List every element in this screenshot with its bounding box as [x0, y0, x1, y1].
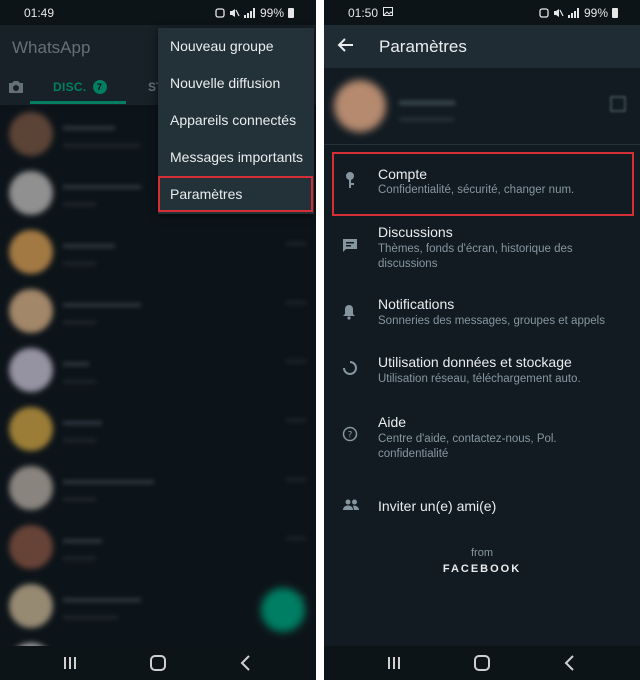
setting-subtitle: Utilisation réseau, téléchargement auto.	[378, 373, 581, 385]
status-bar: 01:49 99%	[0, 0, 316, 25]
footer-brand: FACEBOOK	[442, 563, 522, 575]
setting-subtitle: Sonneries des messages, groupes et appel…	[378, 315, 605, 327]
menu-item-starred-messages[interactable]: Messages importants	[158, 139, 314, 176]
home-icon[interactable]	[146, 651, 170, 675]
mute-icon	[553, 9, 564, 17]
setting-title: Utilisation données et stockage	[378, 354, 572, 370]
bell-icon	[343, 305, 355, 320]
battery-icon	[612, 8, 618, 18]
qr-code-icon[interactable]	[610, 96, 626, 112]
setting-title: Inviter un(e) ami(e)	[378, 498, 497, 514]
account-highlight-box	[332, 152, 634, 216]
back-arrow-icon[interactable]	[337, 36, 355, 54]
app-bar: Paramètres	[324, 25, 640, 68]
settings-screen: 01:50 99% Paramètres ▬▬▬▬ ▬▬▬▬▬ Compte C…	[324, 0, 640, 680]
menu-item-new-broadcast[interactable]: Nouvelle diffusion	[158, 65, 314, 102]
setting-subtitle: Centre d'aide, contactez-nous, Pol. conf…	[378, 433, 557, 460]
image-notification-icon	[383, 7, 393, 16]
setting-invite-friend[interactable]: Inviter un(e) ami(e)	[324, 488, 640, 524]
profile-status: ▬▬▬▬▬	[399, 112, 454, 124]
status-time: 01:50	[348, 6, 379, 20]
data-usage-icon	[343, 361, 357, 375]
status-bar: 01:50 99%	[324, 0, 640, 25]
setting-notifications[interactable]: Notifications Sonneries des messages, gr…	[324, 288, 640, 340]
setting-discussions[interactable]: Discussions Thèmes, fonds d'écran, histo…	[324, 216, 640, 278]
back-nav-icon[interactable]	[234, 651, 258, 675]
menu-item-linked-devices[interactable]: Appareils connectés	[158, 102, 314, 139]
battery-percent: 99%	[583, 6, 608, 20]
avatar	[334, 80, 386, 132]
setting-title: Notifications	[378, 296, 455, 312]
signal-icon	[567, 8, 579, 18]
status-time: 01:49	[24, 6, 55, 20]
battery-percent: 99%	[259, 6, 284, 20]
people-icon	[343, 499, 359, 510]
setting-title: Aide	[378, 414, 407, 430]
signal-icon	[243, 8, 255, 18]
system-nav-bar	[324, 646, 640, 680]
mute-icon	[229, 9, 240, 17]
footer-from: from	[471, 547, 493, 559]
menu-item-new-group[interactable]: Nouveau groupe	[158, 28, 314, 65]
recent-apps-icon[interactable]	[58, 651, 82, 675]
alarm-icon	[215, 8, 225, 18]
help-icon: ?	[342, 426, 358, 442]
recent-apps-icon[interactable]	[382, 651, 406, 675]
profile-name: ▬▬▬▬	[399, 92, 455, 108]
svg-text:?: ?	[348, 431, 353, 441]
whatsapp-main-screen: 01:49 99% WhatsApp DISC. 7 ST ▬▬▬▬ ▬▬▬▬▬…	[0, 0, 316, 680]
back-nav-icon[interactable]	[558, 651, 582, 675]
home-icon[interactable]	[470, 651, 494, 675]
chat-icon	[343, 239, 357, 252]
alarm-icon	[539, 8, 549, 18]
setting-title: Discussions	[378, 224, 453, 240]
page-title: Paramètres	[379, 37, 467, 56]
setting-help[interactable]: ? Aide Centre d'aide, contactez-nous, Po…	[324, 406, 640, 466]
profile-row[interactable]: ▬▬▬▬ ▬▬▬▬▬	[324, 68, 640, 144]
settings-highlight-box	[158, 176, 313, 212]
setting-data-storage[interactable]: Utilisation données et stockage Utilisat…	[324, 348, 640, 400]
battery-icon	[288, 8, 294, 18]
setting-subtitle: Thèmes, fonds d'écran, historique des di…	[378, 243, 573, 270]
divider	[324, 144, 640, 145]
system-nav-bar	[0, 646, 316, 680]
